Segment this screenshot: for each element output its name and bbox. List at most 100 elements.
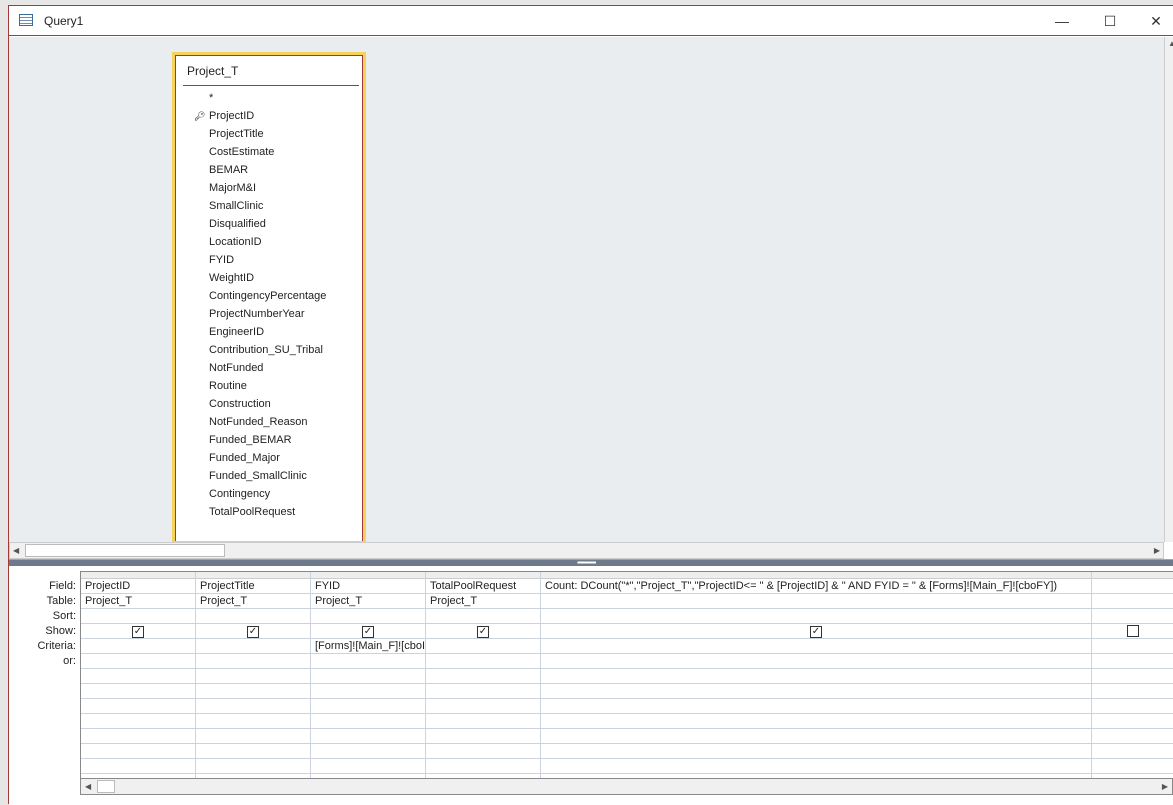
show-checkbox[interactable]: ✓ (247, 626, 259, 638)
field-list-item[interactable]: Contribution_SU_Tribal (209, 341, 326, 359)
empty-cell[interactable] (196, 669, 310, 684)
empty-cell[interactable] (311, 684, 425, 699)
empty-cell[interactable] (311, 744, 425, 759)
field-cell[interactable]: TotalPoolRequest (426, 579, 540, 594)
criteria-cell[interactable] (426, 639, 540, 654)
field-list-item[interactable]: 🔑︎ ProjectID (194, 107, 326, 125)
minimize-button[interactable]: — (1047, 10, 1077, 32)
empty-cell[interactable] (81, 759, 195, 774)
empty-cell[interactable] (426, 684, 540, 699)
field-list-item[interactable]: LocationID (209, 233, 326, 251)
show-checkbox[interactable] (1126, 625, 1139, 637)
empty-cell[interactable] (311, 759, 425, 774)
show-cell[interactable]: ✓ (81, 624, 195, 639)
field-list-item[interactable]: ProjectTitle (209, 125, 326, 143)
field-list-item[interactable]: Funded_SmallClinic (209, 467, 326, 485)
or-cell[interactable] (541, 654, 1091, 669)
field-list-item[interactable]: SmallClinic (209, 197, 326, 215)
or-cell[interactable] (311, 654, 425, 669)
show-checkbox[interactable]: ✓ (362, 626, 374, 638)
sort-cell[interactable] (81, 609, 195, 624)
table-cell[interactable] (1092, 594, 1173, 609)
show-cell[interactable]: ✓ (426, 624, 540, 639)
field-list-item[interactable]: Contingency (209, 485, 326, 503)
empty-cell[interactable] (311, 699, 425, 714)
empty-cell[interactable] (196, 714, 310, 729)
field-list-item[interactable]: ContingencyPercentage (209, 287, 326, 305)
empty-cell[interactable] (1092, 714, 1173, 729)
field-cell[interactable]: ProjectID (81, 579, 195, 594)
show-cell[interactable]: ✓ (196, 624, 310, 639)
empty-cell[interactable] (311, 714, 425, 729)
show-checkbox[interactable]: ✓ (477, 626, 489, 638)
empty-cell[interactable] (426, 669, 540, 684)
sort-cell[interactable] (196, 609, 310, 624)
empty-cell[interactable] (541, 669, 1091, 684)
sort-cell[interactable] (426, 609, 540, 624)
empty-cell[interactable] (81, 744, 195, 759)
field-list-item[interactable]: EngineerID (209, 323, 326, 341)
table-cell[interactable]: Project_T (81, 594, 195, 609)
empty-cell[interactable] (541, 729, 1091, 744)
table-cell[interactable]: Project_T (426, 594, 540, 609)
criteria-cell[interactable] (81, 639, 195, 654)
empty-cell[interactable] (81, 729, 195, 744)
empty-cell[interactable] (196, 684, 310, 699)
criteria-cell[interactable] (196, 639, 310, 654)
empty-cell[interactable] (311, 729, 425, 744)
empty-cell[interactable] (196, 759, 310, 774)
show-checkbox[interactable]: ✓ (810, 626, 822, 638)
empty-cell[interactable] (541, 714, 1091, 729)
or-cell[interactable] (196, 654, 310, 669)
field-list-item[interactable]: Funded_BEMAR (209, 431, 326, 449)
empty-cell[interactable] (81, 699, 195, 714)
field-list-item[interactable]: Funded_Major (209, 449, 326, 467)
upper-horizontal-scrollbar[interactable]: ◀ ▶ (9, 542, 1164, 559)
field-cell[interactable]: ProjectTitle (196, 579, 310, 594)
criteria-cell[interactable]: [Forms]![Main_F]![cboI (311, 639, 425, 654)
field-list-item[interactable]: Construction (209, 395, 326, 413)
pane-splitter[interactable]: ▪▪▪▪▪▪▪▪▪▪ (9, 558, 1173, 567)
field-list-item[interactable]: MajorM&I (209, 179, 326, 197)
empty-cell[interactable] (196, 729, 310, 744)
empty-cell[interactable] (426, 729, 540, 744)
empty-cell[interactable] (426, 699, 540, 714)
empty-cell[interactable] (196, 744, 310, 759)
field-list-item[interactable]: NotFunded_Reason (209, 413, 326, 431)
field-list-item[interactable]: ProjectNumberYear (209, 305, 326, 323)
empty-cell[interactable] (1092, 684, 1173, 699)
empty-cell[interactable] (1092, 699, 1173, 714)
show-checkbox[interactable]: ✓ (132, 626, 144, 638)
empty-cell[interactable] (426, 759, 540, 774)
field-cell[interactable]: FYID (311, 579, 425, 594)
empty-cell[interactable] (311, 669, 425, 684)
field-list-item[interactable]: Disqualified (209, 215, 326, 233)
sort-cell[interactable] (541, 609, 1091, 624)
show-cell[interactable]: ✓ (311, 624, 425, 639)
empty-cell[interactable] (1092, 729, 1173, 744)
empty-cell[interactable] (541, 759, 1091, 774)
field-list-item[interactable]: Routine (209, 377, 326, 395)
or-cell[interactable] (81, 654, 195, 669)
empty-cell[interactable] (1092, 669, 1173, 684)
table-cell[interactable]: Project_T (311, 594, 425, 609)
scrollbar-thumb[interactable] (25, 544, 225, 557)
field-list-item[interactable]: WeightID (209, 269, 326, 287)
empty-cell[interactable] (541, 744, 1091, 759)
vertical-scrollbar[interactable]: ▲ (1164, 37, 1173, 542)
scrollbar-thumb[interactable] (97, 780, 115, 793)
field-cell[interactable] (1092, 579, 1173, 594)
field-list-item[interactable]: * (209, 89, 326, 107)
or-cell[interactable] (1092, 654, 1173, 669)
empty-cell[interactable] (196, 699, 310, 714)
empty-cell[interactable] (81, 669, 195, 684)
field-list-item[interactable]: NotFunded (209, 359, 326, 377)
field-list-item[interactable]: FYID (209, 251, 326, 269)
empty-cell[interactable] (1092, 759, 1173, 774)
empty-cell[interactable] (1092, 744, 1173, 759)
empty-cell[interactable] (81, 684, 195, 699)
criteria-cell[interactable] (541, 639, 1091, 654)
empty-cell[interactable] (426, 714, 540, 729)
grid-horizontal-scrollbar[interactable]: ◀ ▶ (80, 778, 1173, 795)
maximize-button[interactable]: ☐ (1095, 10, 1125, 32)
